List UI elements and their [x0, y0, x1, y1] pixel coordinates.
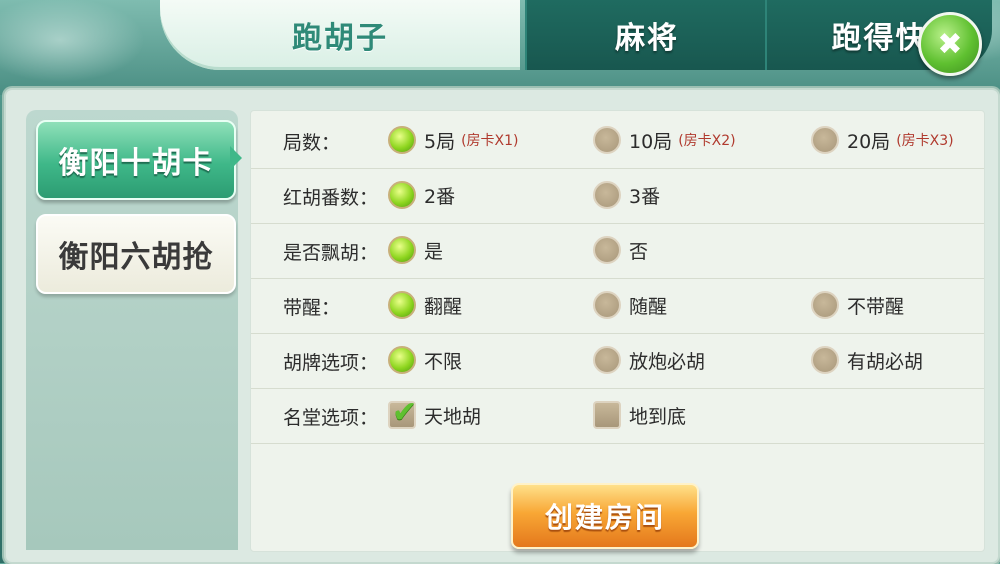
radio-selected-icon[interactable]	[388, 236, 416, 264]
option-label: 带醒：	[283, 297, 341, 319]
radio-option[interactable]: 20局 (房卡X3)	[811, 123, 954, 157]
radio-option[interactable]: 有胡必胡	[811, 343, 923, 377]
option-row: 是否飘胡： 是 否	[251, 223, 984, 279]
option-text: 3番	[629, 185, 661, 208]
radio-option[interactable]: 翻醒	[388, 288, 462, 322]
radio-option[interactable]: 2番	[388, 178, 455, 212]
option-text: 地到底	[629, 405, 687, 428]
option-text: 不限	[424, 350, 463, 373]
option-text: 20局	[847, 130, 891, 153]
option-text: 否	[629, 240, 649, 263]
radio-unselected-icon[interactable]	[593, 126, 621, 154]
check-icon: ✔	[392, 395, 418, 430]
option-row: 名堂选项： ✔ 天地胡 地到底	[251, 388, 984, 444]
option-label: 名堂选项：	[283, 407, 379, 429]
checkbox-unchecked-icon[interactable]	[593, 401, 621, 429]
option-text: 翻醒	[424, 295, 463, 318]
option-label: 局数：	[283, 132, 341, 154]
checkbox-option[interactable]: ✔ 天地胡	[388, 395, 482, 432]
option-label: 红胡番数：	[283, 187, 379, 209]
room-card-cost: (房卡X1)	[461, 133, 519, 149]
room-card-cost: (房卡X3)	[896, 133, 954, 149]
radio-unselected-icon[interactable]	[811, 291, 839, 319]
tab-mahjong[interactable]: 麻将	[525, 0, 767, 70]
radio-unselected-icon[interactable]	[811, 126, 839, 154]
sidebar-item-hengyang-liuhuqiang[interactable]: 衡阳六胡抢	[36, 214, 236, 294]
close-button[interactable]: ✖	[918, 12, 982, 76]
option-row: 带醒： 翻醒 随醒 不带醒	[251, 278, 984, 334]
option-text: 有胡必胡	[847, 350, 924, 373]
radio-selected-icon[interactable]	[388, 346, 416, 374]
option-text: 2番	[424, 185, 456, 208]
options-area: 局数： 5局 (房卡X1) 10局 (房卡X2) 20局 (房卡X3) 红胡番数： 2番 3番 是否…	[250, 110, 985, 552]
radio-option[interactable]: 10局 (房卡X2)	[593, 123, 736, 157]
tab-paohuzi[interactable]: 跑胡子	[160, 0, 520, 70]
option-row: 胡牌选项： 不限 放炮必胡 有胡必胡	[251, 333, 984, 389]
radio-option[interactable]: 不限	[388, 343, 462, 377]
radio-option[interactable]: 3番	[593, 178, 660, 212]
option-row: 红胡番数： 2番 3番	[251, 168, 984, 224]
radio-unselected-icon[interactable]	[593, 181, 621, 209]
radio-option[interactable]: 5局 (房卡X1)	[388, 123, 519, 157]
option-label: 胡牌选项：	[283, 352, 379, 374]
option-text: 5局	[424, 130, 456, 153]
room-card-cost: (房卡X2)	[678, 133, 736, 149]
create-room-button[interactable]: 创建房间	[511, 483, 699, 549]
radio-selected-icon[interactable]	[388, 291, 416, 319]
option-label: 是否飘胡：	[283, 242, 379, 264]
radio-unselected-icon[interactable]	[593, 236, 621, 264]
option-row: 局数： 5局 (房卡X1) 10局 (房卡X2) 20局 (房卡X3)	[251, 113, 984, 169]
option-text: 天地胡	[424, 405, 482, 428]
game-tab-bar: 跑胡子 麻将 跑得快	[150, 0, 992, 72]
radio-unselected-icon[interactable]	[593, 291, 621, 319]
radio-unselected-icon[interactable]	[593, 346, 621, 374]
checkbox-checked-icon[interactable]: ✔	[388, 395, 417, 430]
option-text: 10局	[629, 130, 673, 153]
sidebar-item-hengyang-shihuka[interactable]: 衡阳十胡卡	[36, 120, 236, 200]
radio-option[interactable]: 否	[593, 233, 648, 267]
rule-sidebar: 衡阳十胡卡 衡阳六胡抢	[26, 110, 242, 550]
create-room-panel: 衡阳十胡卡 衡阳六胡抢 局数： 5局 (房卡X1) 10局 (房卡X2) 20局 (房卡X3…	[4, 88, 1000, 564]
radio-option[interactable]: 是	[388, 233, 443, 267]
option-text: 不带醒	[847, 295, 905, 318]
radio-option[interactable]: 随醒	[593, 288, 667, 322]
option-text: 是	[424, 240, 444, 263]
checkbox-option[interactable]: 地到底	[593, 398, 686, 432]
active-arrow-icon	[230, 146, 242, 170]
radio-selected-icon[interactable]	[388, 126, 416, 154]
radio-selected-icon[interactable]	[388, 181, 416, 209]
radio-unselected-icon[interactable]	[811, 346, 839, 374]
option-text: 随醒	[629, 295, 668, 318]
option-text: 放炮必胡	[629, 350, 706, 373]
radio-option[interactable]: 不带醒	[811, 288, 904, 322]
radio-option[interactable]: 放炮必胡	[593, 343, 705, 377]
close-icon: ✖	[937, 26, 963, 62]
